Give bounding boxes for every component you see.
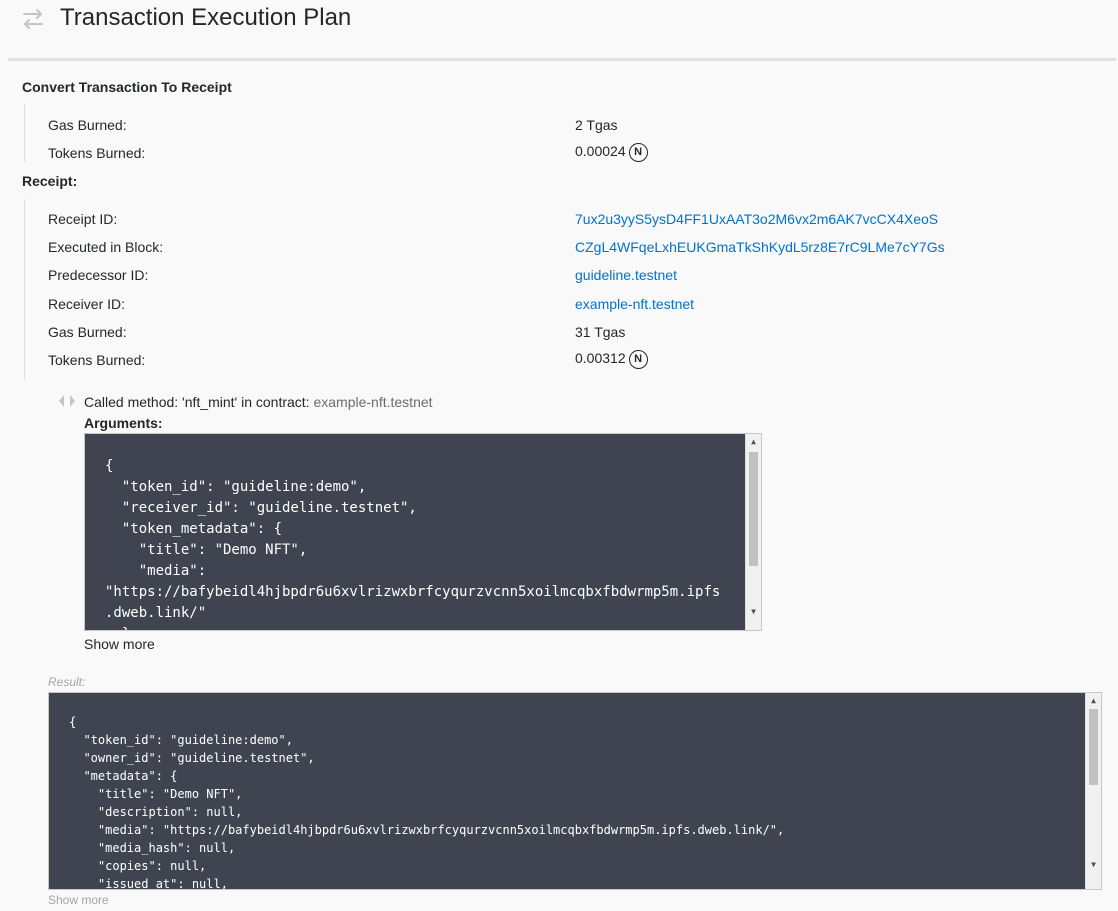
predecessor-id-link[interactable]: guideline.testnet: [575, 267, 677, 283]
result-label: Result:: [48, 675, 86, 689]
convert-divider-line: [24, 104, 25, 162]
contract-name: example-nft.testnet: [313, 394, 433, 410]
called-method-text: Called method: 'nft_mint' in contract: e…: [84, 394, 433, 410]
header-divider: [8, 58, 1116, 61]
code-icon: [59, 395, 75, 407]
convert-heading: Convert Transaction To Receipt: [22, 79, 232, 95]
receipt-tokens-burned-amount: 0.00312: [575, 350, 626, 367]
tokens-burned-label: Tokens Burned:: [48, 145, 146, 161]
scroll-up-icon[interactable]: ▲: [746, 436, 761, 448]
receiver-id-link[interactable]: example-nft.testnet: [575, 296, 694, 312]
arguments-scrollbar[interactable]: ▲ ▼: [745, 434, 761, 630]
receipt-tokens-burned-value: 0.00312 N: [575, 350, 648, 369]
scroll-up-icon[interactable]: ▲: [1086, 695, 1101, 707]
result-scrollbar[interactable]: ▲ ▼: [1085, 693, 1101, 889]
page-header: Transaction Execution Plan: [0, 0, 1118, 58]
transfer-arrows-icon: [23, 9, 43, 29]
predecessor-id-label: Predecessor ID:: [48, 267, 149, 283]
near-icon: N: [628, 143, 648, 162]
executed-block-label: Executed in Block:: [48, 239, 164, 255]
result-code-box[interactable]: { "token_id": "guideline:demo", "owner_i…: [48, 692, 1102, 890]
arguments-show-more-link[interactable]: Show more: [84, 636, 155, 652]
receipt-tokens-burned-label: Tokens Burned:: [48, 352, 146, 368]
receiver-id-label: Receiver ID:: [48, 296, 126, 312]
receipt-heading: Receipt:: [22, 173, 78, 189]
arguments-heading: Arguments:: [84, 415, 163, 431]
scrollbar-thumb[interactable]: [1089, 709, 1098, 785]
result-code: { "token_id": "guideline:demo", "owner_i…: [69, 715, 785, 890]
tokens-burned-amount: 0.00024: [575, 143, 626, 160]
tokens-burned-value: 0.00024 N: [575, 143, 648, 162]
arguments-code-box[interactable]: { "token_id": "guideline:demo", "receive…: [84, 433, 762, 631]
scroll-down-icon[interactable]: ▼: [1086, 859, 1101, 871]
near-icon: N: [628, 350, 648, 369]
receipt-gas-burned-label: Gas Burned:: [48, 324, 127, 340]
receipt-id-link[interactable]: 7ux2u3yyS5ysD4FF1UxAAT3o2M6vx2m6AK7vcCX4…: [575, 211, 938, 227]
gas-burned-value: 2 Tgas: [575, 117, 618, 133]
executed-block-link[interactable]: CZgL4WFqeLxhEUKGmaTkShKydL5rz8E7rC9LMe7c…: [575, 239, 945, 255]
called-method-prefix: Called method: 'nft_mint' in contract:: [84, 394, 314, 410]
arguments-code: { "token_id": "guideline:demo", "receive…: [105, 458, 721, 630]
page-title: Transaction Execution Plan: [60, 4, 352, 31]
scroll-down-icon[interactable]: ▼: [746, 606, 761, 618]
receipt-gas-burned-value: 31 Tgas: [575, 324, 626, 340]
result-show-more-link[interactable]: Show more: [48, 893, 109, 907]
gas-burned-label: Gas Burned:: [48, 117, 127, 133]
scrollbar-thumb[interactable]: [749, 452, 758, 566]
receipt-divider-line: [24, 199, 25, 379]
receipt-id-label: Receipt ID:: [48, 211, 118, 227]
